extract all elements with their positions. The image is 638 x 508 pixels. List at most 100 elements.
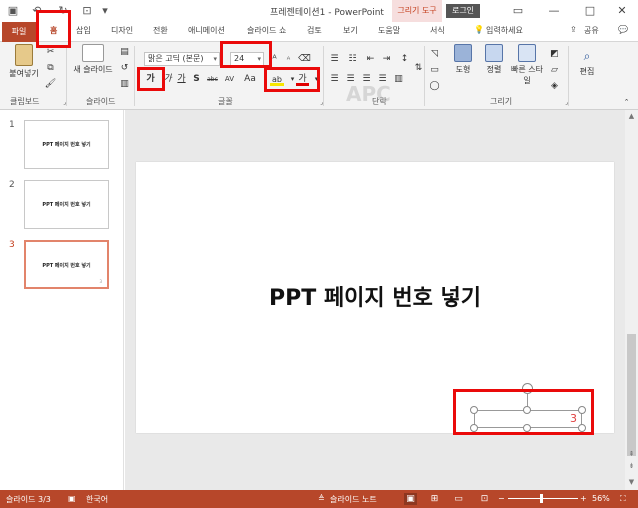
tab-review[interactable]: 검토 bbox=[307, 25, 322, 36]
bullets-icon[interactable]: ☰ bbox=[328, 53, 341, 66]
copy-icon[interactable]: ⧉ bbox=[44, 62, 57, 75]
zoom-level[interactable]: 56% bbox=[592, 494, 610, 503]
strikethrough-button[interactable]: abc bbox=[205, 73, 220, 86]
group-separator bbox=[424, 46, 425, 106]
comments-icon[interactable]: 💬 bbox=[618, 25, 628, 34]
quick-styles-button[interactable]: 빠른 스타일 bbox=[510, 44, 544, 86]
shadow-button[interactable]: S bbox=[190, 73, 203, 86]
login-button[interactable]: 로그인 bbox=[446, 4, 480, 18]
char-spacing-button[interactable]: AV bbox=[222, 73, 237, 86]
zoom-slider-thumb[interactable] bbox=[540, 494, 543, 503]
thumbnail-page-number: 3 bbox=[99, 279, 102, 284]
language-indicator[interactable]: 한국어 bbox=[86, 494, 108, 505]
increase-indent-icon[interactable]: ⇥ bbox=[380, 53, 393, 66]
change-case-button[interactable]: Aa bbox=[242, 73, 258, 86]
slide-thumbnail-1[interactable]: PPT 페이지 번호 넣기 bbox=[24, 120, 109, 169]
numbering-icon[interactable]: ☷ bbox=[346, 53, 359, 66]
notes-icon[interactable]: ≜ bbox=[318, 494, 325, 503]
highlight-box-bold bbox=[137, 67, 165, 91]
maximize-button[interactable]: □ bbox=[582, 3, 598, 19]
slide-thumbnail-3[interactable]: PPT 페이지 번호 넣기 3 bbox=[24, 240, 109, 289]
slide-number: 3 bbox=[9, 240, 15, 250]
font-name-combo[interactable]: 맑은 고딕 (본문) ▾ bbox=[144, 52, 220, 66]
prev-slide-icon[interactable]: ⇞ bbox=[627, 450, 636, 458]
font-group-label: 글꼴 bbox=[218, 97, 233, 106]
save-icon[interactable]: ▣ bbox=[6, 4, 20, 18]
align-left-icon[interactable]: ☰ bbox=[328, 73, 341, 86]
reset-icon[interactable]: ↺ bbox=[118, 62, 131, 75]
reading-view-icon[interactable]: ▭ bbox=[452, 493, 465, 505]
slide-sorter-icon[interactable]: ⊞ bbox=[428, 493, 441, 505]
editing-label: 편집 bbox=[579, 67, 595, 76]
zoom-out-icon[interactable]: − bbox=[498, 494, 505, 503]
spellcheck-icon[interactable]: ▣ bbox=[68, 494, 76, 503]
normal-view-icon[interactable]: ▣ bbox=[404, 493, 417, 505]
customize-qat-icon[interactable]: ▾ bbox=[98, 4, 112, 18]
section-icon[interactable]: ▥ bbox=[118, 78, 131, 91]
shape-button[interactable]: 도형 bbox=[448, 44, 478, 75]
group-separator bbox=[134, 46, 135, 106]
slideshow-view-icon[interactable]: ⊡ bbox=[478, 493, 491, 505]
ribbon-display-icon[interactable]: ▭ bbox=[510, 3, 526, 19]
fit-slide-icon[interactable]: ⛶ bbox=[620, 494, 626, 504]
underline-button[interactable]: 가 bbox=[175, 73, 188, 86]
tab-insert[interactable]: 삽입 bbox=[76, 25, 91, 36]
tab-file[interactable]: 파일 bbox=[2, 22, 36, 42]
slide-thumbnail-2[interactable]: PPT 페이지 번호 넣기 bbox=[24, 180, 109, 229]
tab-design[interactable]: 디자인 bbox=[111, 25, 133, 36]
zoom-slider-track[interactable] bbox=[508, 498, 578, 499]
tab-animations[interactable]: 애니메이션 bbox=[188, 25, 225, 36]
shape-fill-icon[interactable]: ◩ bbox=[548, 48, 561, 61]
shapes-gallery-icon[interactable]: ◯ bbox=[428, 80, 441, 93]
contextual-tab-label: 그리기 도구 bbox=[392, 0, 442, 22]
close-button[interactable]: ✕ bbox=[614, 3, 630, 19]
clipboard-group-label: 클립보드 bbox=[10, 97, 40, 106]
clipboard-launcher-icon[interactable]: ⌟ bbox=[58, 96, 71, 109]
drawing-launcher-icon[interactable]: ⌟ bbox=[560, 96, 573, 109]
next-slide-icon[interactable]: ⇟ bbox=[627, 462, 636, 470]
collapse-ribbon-icon[interactable]: ⌃ bbox=[620, 96, 633, 109]
shapes-gallery-icon[interactable]: ▭ bbox=[428, 64, 441, 77]
editing-button[interactable]: ⌕ 편집 bbox=[574, 48, 600, 77]
format-painter-icon[interactable]: 🖌 bbox=[44, 78, 57, 91]
slide-title[interactable]: PPT 페이지 번호 넣기 bbox=[136, 280, 614, 312]
scroll-down-icon[interactable]: ▼ bbox=[627, 478, 636, 486]
tab-format[interactable]: 서식 bbox=[430, 25, 445, 36]
thumbnail-title: PPT 페이지 번호 넣기 bbox=[42, 202, 91, 208]
tell-me-search[interactable]: 입력하세요 bbox=[486, 25, 523, 36]
layout-icon[interactable]: ▤ bbox=[118, 46, 131, 59]
shape-outline-icon[interactable]: ▱ bbox=[548, 64, 561, 77]
tab-view[interactable]: 보기 bbox=[343, 25, 358, 36]
decrease-indent-icon[interactable]: ⇤ bbox=[364, 53, 377, 66]
clear-format-icon[interactable]: ⌫ bbox=[298, 53, 311, 66]
new-slide-button[interactable]: 새 슬라이드 bbox=[70, 44, 116, 75]
tab-slideshow[interactable]: 슬라이드 쇼 bbox=[247, 25, 286, 36]
slide-number: 2 bbox=[9, 180, 15, 190]
columns-icon[interactable]: ▥ bbox=[392, 73, 405, 86]
minimize-button[interactable]: — bbox=[546, 3, 562, 19]
shape-effects-icon[interactable]: ◈ bbox=[548, 80, 561, 93]
line-spacing-icon[interactable]: ↕ bbox=[398, 53, 411, 66]
share-icon[interactable]: ⇪ bbox=[570, 25, 577, 34]
zoom-in-icon[interactable]: + bbox=[580, 494, 587, 503]
title-bar: ▣ ↶ ↻ ⊡ ▾ 프레젠테이션1 - PowerPoint 그리기 도구 로그… bbox=[0, 0, 638, 22]
lightbulb-icon: 💡 bbox=[474, 25, 484, 34]
scroll-up-icon[interactable]: ▲ bbox=[627, 112, 636, 120]
vertical-scrollbar[interactable]: ▲ ⇞ ⇟ ▼ bbox=[625, 110, 638, 490]
arrange-button[interactable]: 정렬 bbox=[480, 44, 508, 75]
chevron-down-icon: ▾ bbox=[213, 55, 217, 63]
shapes-gallery-icon[interactable]: ◹ bbox=[428, 48, 441, 61]
scroll-thumb[interactable] bbox=[627, 334, 636, 456]
paste-button[interactable]: 붙여넣기 bbox=[4, 44, 44, 79]
quick-styles-label: 빠른 스타일 bbox=[511, 65, 543, 85]
font-launcher-icon[interactable]: ⌟ bbox=[315, 96, 328, 109]
thumbnail-title: PPT 페이지 번호 넣기 bbox=[42, 142, 91, 148]
font-name-value: 맑은 고딕 (본문) bbox=[148, 54, 204, 63]
share-button[interactable]: 공유 bbox=[584, 25, 599, 36]
shrink-font-icon[interactable]: ᴬ bbox=[282, 53, 295, 66]
slideshow-start-icon[interactable]: ⊡ bbox=[80, 4, 94, 18]
notes-button[interactable]: 슬라이드 노트 bbox=[330, 494, 377, 505]
tab-help[interactable]: 도움말 bbox=[378, 25, 400, 36]
tab-transitions[interactable]: 전환 bbox=[153, 25, 168, 36]
clipboard-icon bbox=[15, 44, 33, 66]
